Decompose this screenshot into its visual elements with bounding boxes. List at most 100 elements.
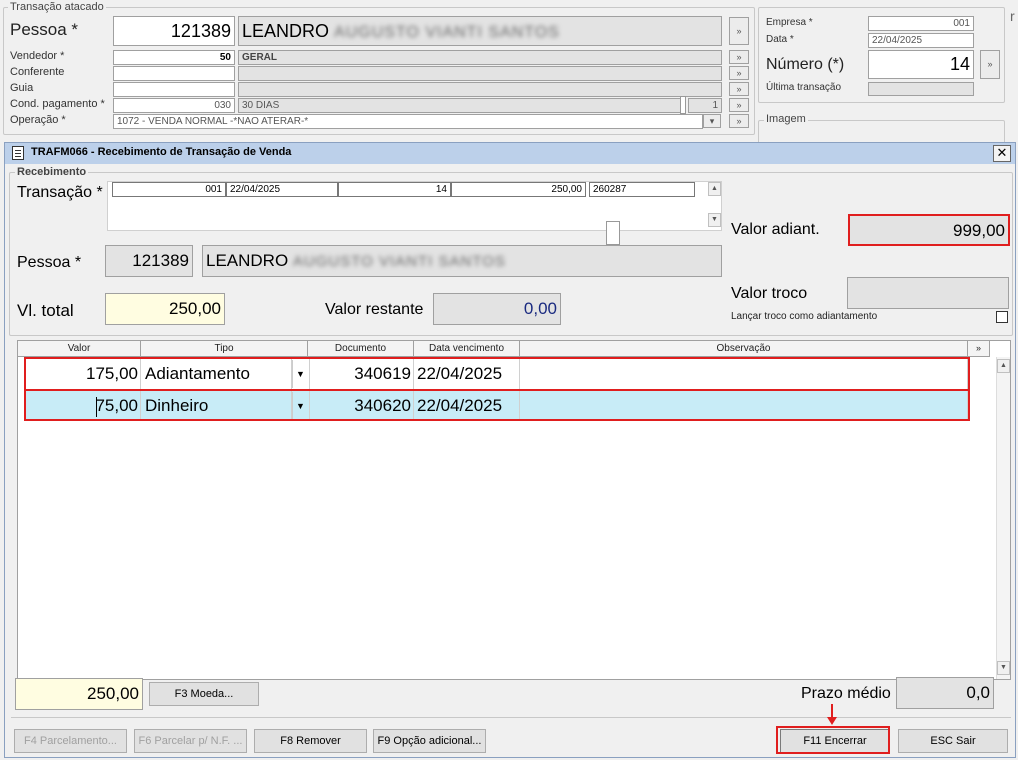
- valor-restante-label: Valor restante: [325, 301, 424, 318]
- grid-total-field: 250,00: [15, 678, 143, 710]
- transacao-list[interactable]: 001 22/04/2025 14 250,00 260287 ▲ ▼: [107, 181, 722, 245]
- row-tipo[interactable]: Dinheiro: [142, 391, 292, 421]
- grid-vscrollbar[interactable]: ▲ ▼: [996, 357, 1010, 679]
- ultima-transacao-field: [868, 82, 974, 96]
- numero-search-button[interactable]: »: [980, 50, 1000, 79]
- col-header-documento[interactable]: Documento: [308, 341, 414, 357]
- pessoa-label: Pessoa *: [10, 20, 79, 39]
- col-header-observacao[interactable]: Observação: [520, 341, 968, 357]
- recebimento-dialog: TRAFM066 - Recebimento de Transação de V…: [4, 142, 1016, 758]
- conferente-code-field[interactable]: [113, 66, 235, 81]
- encerrar-button[interactable]: F11 Encerrar: [780, 729, 890, 753]
- sair-button[interactable]: ESC Sair: [898, 729, 1008, 753]
- cond-pagamento-slider-handle[interactable]: [680, 96, 686, 114]
- imagem-title: Imagem: [764, 113, 808, 125]
- pessoa-label-dialog: Pessoa *: [17, 254, 82, 271]
- column-config-button[interactable]: »: [968, 341, 990, 357]
- parcelamento-button[interactable]: F4 Parcelamento...: [14, 729, 127, 753]
- row-data[interactable]: 22/04/2025: [415, 391, 520, 421]
- text-caret: [96, 397, 97, 417]
- valor-adiant-label: Valor adiant.: [731, 221, 820, 238]
- row-obs[interactable]: [521, 391, 968, 421]
- pessoa-name-field-dialog[interactable]: LEANDRO AUGUSTO VIANTI SANTOS: [202, 245, 722, 277]
- table-row-selected[interactable]: 75,00 Dinheiro ▼ 340620 22/04/2025: [24, 391, 968, 421]
- grid-scroll-up[interactable]: ▲: [997, 359, 1010, 373]
- conferente-search-button[interactable]: »: [729, 66, 749, 80]
- row-valor[interactable]: 75,00: [24, 391, 141, 421]
- col-header-tipo[interactable]: Tipo: [141, 341, 308, 357]
- transacao-data-cell[interactable]: 22/04/2025: [226, 182, 338, 197]
- lancar-troco-label: Lançar troco como adiantamento: [731, 311, 878, 322]
- pessoa-name-field[interactable]: LEANDRO AUGUSTO VIANTI SANTOS: [238, 16, 722, 46]
- valor-troco-field: [847, 277, 1009, 309]
- numero-field[interactable]: 14: [868, 50, 974, 79]
- col-header-data-vencimento[interactable]: Data vencimento: [414, 341, 520, 357]
- bottom-separator: [11, 717, 1011, 718]
- pessoa-name-blurred-dialog: AUGUSTO VIANTI SANTOS: [292, 253, 506, 270]
- valor-restante-field: 0,00: [433, 293, 561, 325]
- guia-name-field[interactable]: [238, 82, 722, 97]
- guia-search-button[interactable]: »: [729, 82, 749, 96]
- transacao-valor-cell[interactable]: 250,00: [451, 182, 586, 197]
- vl-total-field[interactable]: 250,00: [105, 293, 225, 325]
- valor-troco-label: Valor troco: [731, 285, 808, 302]
- row-tipo[interactable]: Adiantamento: [142, 359, 292, 389]
- data-label: Data *: [766, 34, 794, 45]
- cond-pagamento-count-field: 1: [688, 98, 722, 113]
- tipo-dropdown-icon[interactable]: ▼: [292, 392, 308, 420]
- guia-label: Guia: [10, 82, 34, 94]
- pessoa-search-button[interactable]: »: [729, 17, 749, 45]
- row-valor[interactable]: 175,00: [24, 359, 141, 389]
- vendedor-name-field[interactable]: GERAL: [238, 50, 722, 65]
- transacao-scroll-down[interactable]: ▼: [708, 213, 721, 227]
- operacao-dropdown-icon[interactable]: ▾: [703, 114, 721, 128]
- arrow-down-icon: [827, 704, 837, 726]
- close-button[interactable]: ✕: [993, 145, 1011, 162]
- lancar-troco-checkbox[interactable]: [996, 311, 1008, 323]
- parcelar-nf-button[interactable]: F6 Parcelar p/ N.F. ...: [134, 729, 247, 753]
- empresa-field[interactable]: 001: [868, 16, 974, 31]
- operacao-search-button[interactable]: »: [729, 114, 749, 128]
- prazo-medio-label: Prazo médio: [801, 685, 891, 702]
- conferente-label: Conferente: [10, 66, 65, 78]
- col-header-valor[interactable]: Valor: [18, 341, 141, 357]
- dialog-titlebar[interactable]: TRAFM066 - Recebimento de Transação de V…: [5, 143, 1015, 164]
- cond-pagamento-code-field[interactable]: 030: [113, 98, 235, 113]
- transacao-hscroll-thumb[interactable]: [606, 221, 620, 245]
- pessoa-code-field[interactable]: 121389: [113, 16, 235, 46]
- row-divider: [26, 389, 968, 391]
- offscreen-edge-text: r: [1010, 8, 1015, 24]
- conferente-name-field[interactable]: [238, 66, 722, 81]
- pessoa-code-field-dialog[interactable]: 121389: [105, 245, 193, 277]
- transacao-scroll-up[interactable]: ▲: [708, 182, 721, 196]
- cond-pagamento-search-button[interactable]: »: [729, 98, 749, 112]
- transacao-numero-cell[interactable]: 14: [338, 182, 451, 197]
- transacao-label: Transação *: [17, 184, 103, 201]
- row-data[interactable]: 22/04/2025: [415, 359, 520, 389]
- background-form: Transação atacado Pessoa * 121389 LEANDR…: [0, 0, 1018, 144]
- moeda-button[interactable]: F3 Moeda...: [149, 682, 259, 706]
- row-documento[interactable]: 340620: [309, 391, 414, 421]
- document-icon: [12, 146, 24, 160]
- data-field[interactable]: 22/04/2025: [868, 33, 974, 48]
- vendedor-code-field[interactable]: 50: [113, 50, 235, 65]
- pessoa-name-text-dialog: LEANDRO: [206, 251, 289, 270]
- numero-label: Número (*): [766, 56, 845, 73]
- table-row[interactable]: 175,00 Adiantamento ▼ 340619 22/04/2025: [24, 359, 968, 389]
- tipo-dropdown-icon[interactable]: ▼: [292, 360, 308, 388]
- close-icon: ✕: [996, 145, 1008, 160]
- transacao-codigo-cell[interactable]: 260287: [589, 182, 695, 197]
- cond-pagamento-name-field[interactable]: 30 DIAS: [238, 98, 684, 113]
- guia-code-field[interactable]: [113, 82, 235, 97]
- remover-button[interactable]: F8 Remover: [254, 729, 367, 753]
- row-documento[interactable]: 340619: [309, 359, 414, 389]
- vl-total-label: Vl. total: [17, 301, 74, 320]
- operacao-select[interactable]: 1072 - VENDA NORMAL -*NAO ATERAR-*: [113, 114, 703, 129]
- row-obs[interactable]: [521, 359, 968, 389]
- transacao-empresa-cell[interactable]: 001: [112, 182, 226, 197]
- valor-adiant-field[interactable]: 999,00: [848, 214, 1010, 246]
- vendedor-label: Vendedor *: [10, 50, 65, 62]
- grid-scroll-down[interactable]: ▼: [997, 661, 1010, 675]
- vendedor-search-button[interactable]: »: [729, 50, 749, 64]
- opcao-adicional-button[interactable]: F9 Opção adicional...: [373, 729, 486, 753]
